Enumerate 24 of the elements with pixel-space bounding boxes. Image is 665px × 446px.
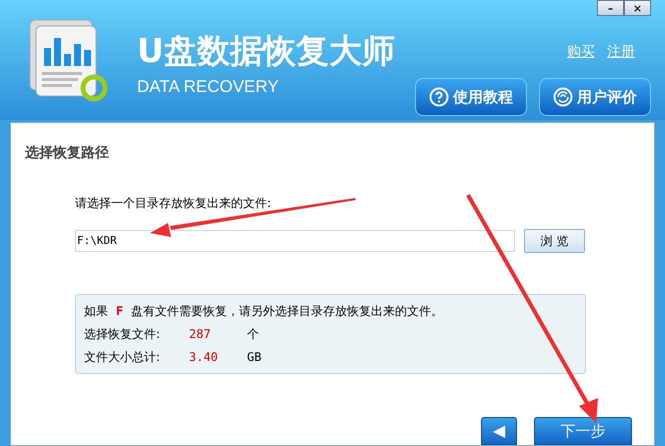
next-button[interactable]: 下一步 [534,417,632,445]
app-subtitle: DATA RECOVERY [137,76,280,98]
question-icon [429,87,449,107]
stat-unit: GB [247,349,262,366]
app-logo-icon [28,18,108,102]
close-button[interactable]: × [624,0,651,16]
back-button[interactable]: ◀ [481,417,517,445]
minimize-button[interactable]: – [597,0,624,16]
header-button[interactable]: 使用教程 [415,78,527,116]
header-link[interactable]: 注册 [607,42,635,63]
stat-value: 287 [189,326,212,343]
stat-unit: 个 [247,326,259,343]
header-link[interactable]: 购买 [567,42,595,63]
stat-label: 文件大小总计: [84,349,162,366]
header-button[interactable]: 用户评价 [539,78,651,116]
stat-value: 3.40 [189,349,219,366]
section-title: 选择恢复路径 [25,144,109,163]
path-field[interactable]: F:\KDR [75,230,515,252]
swirl-icon [553,87,573,107]
info-message: 如果 F 盘有文件需要恢复，请另外选择目录存放恢复出来的文件。 [84,303,444,320]
path-label: 请选择一个目录存放恢复出来的文件: [75,195,272,212]
browse-button[interactable]: 浏 览 [524,229,585,253]
app-title: U盘数据恢复大师 [137,34,395,67]
stat-label: 选择恢复文件: [84,326,162,343]
